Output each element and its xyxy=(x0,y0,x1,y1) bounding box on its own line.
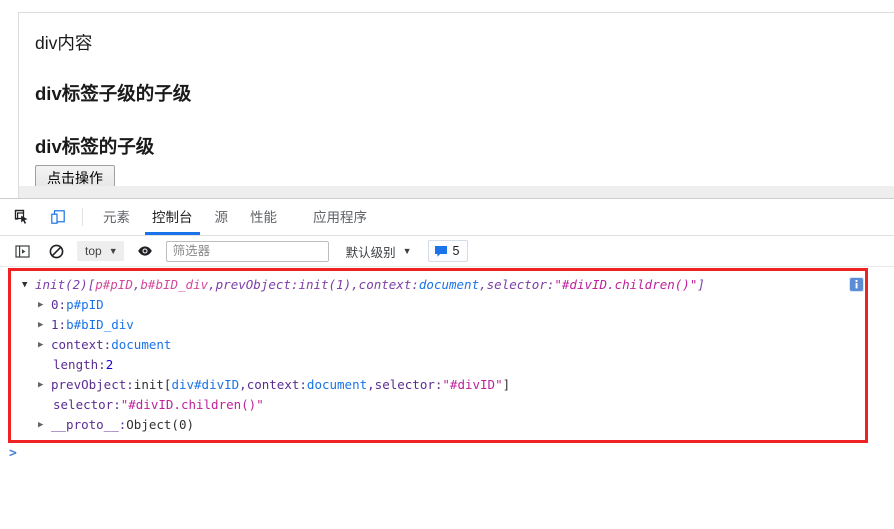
property-value[interactable]: Object(0) xyxy=(126,415,194,435)
property-key: 0: xyxy=(51,297,67,312)
disclosure-triangle-icon[interactable]: ▶ xyxy=(38,415,51,435)
disclosure-triangle-icon[interactable]: ▶ xyxy=(38,375,51,395)
tab-performance[interactable]: 性能 xyxy=(239,200,288,235)
prevobject-key-selector: selector: xyxy=(374,377,443,392)
chevron-down-icon: ▼ xyxy=(402,246,412,256)
info-icon[interactable] xyxy=(849,277,864,292)
tab-elements[interactable]: 元素 xyxy=(92,200,141,235)
log-sep-1: , xyxy=(132,277,141,292)
console-log-list: ▼ init(2) [ p#pID , b#bID_div , prevObje… xyxy=(0,267,894,435)
tab-console[interactable]: 控制台 xyxy=(141,200,204,235)
console-property-row-context[interactable]: ▶ context: document xyxy=(0,335,894,355)
console-prompt-caret: > xyxy=(9,445,17,461)
disclosure-triangle-icon[interactable]: ▶ xyxy=(38,335,51,355)
console-property-row-0[interactable]: ▶ 0: p#pID xyxy=(0,295,894,315)
devtools-panel: 元素 控制台 源 性能 应用程序 top ▼ 筛选器 默认级别 ▼ 5 ▼ in… xyxy=(0,198,894,529)
browser-page-viewport: div内容 div标签子级的子级 div标签的子级 点击操作 xyxy=(0,0,894,198)
device-toolbar-icon[interactable] xyxy=(44,203,72,231)
prevobject-key-context: context: xyxy=(246,377,307,392)
console-context-value: top xyxy=(85,244,102,258)
page-div-content-text: div内容 xyxy=(35,33,93,53)
console-message-count-badge[interactable]: 5 xyxy=(427,240,468,262)
prevobject-bracket-open: [ xyxy=(163,377,172,392)
console-property-row-length: length: 2 xyxy=(0,355,894,375)
live-expression-icon[interactable] xyxy=(133,239,157,263)
log-key-prevobject: prevObject: xyxy=(215,277,299,292)
property-value: 2 xyxy=(105,357,114,372)
property-key: 1: xyxy=(51,317,67,332)
console-log-entry-root[interactable]: ▼ init(2) [ p#pID , b#bID_div , prevObje… xyxy=(0,275,894,295)
prevobject-sep-2: , xyxy=(367,377,375,392)
console-filter-input[interactable] xyxy=(165,240,329,262)
prevobject-sep-1: , xyxy=(239,377,247,392)
tab-sources[interactable]: 源 xyxy=(204,200,240,235)
property-key: selector: xyxy=(53,397,121,412)
message-count-icon xyxy=(434,246,447,257)
property-key: context: xyxy=(51,337,112,352)
console-message-count: 5 xyxy=(452,244,460,258)
console-levels-selector[interactable]: 默认级别 ▼ xyxy=(346,242,412,261)
prevobject-node[interactable]: div#divID xyxy=(171,375,239,395)
property-key: length: xyxy=(53,357,106,372)
clear-console-icon[interactable] xyxy=(44,239,68,263)
console-toolbar: top ▼ 默认级别 ▼ 5 xyxy=(0,236,894,267)
console-property-row-prevobject[interactable]: ▶ prevObject: init [ div#divID , context… xyxy=(0,375,894,395)
property-key: __proto__: xyxy=(51,417,127,432)
disclosure-triangle-open-icon[interactable]: ▼ xyxy=(22,275,35,295)
log-sep-3: , xyxy=(351,277,359,292)
prevobject-constructor: init xyxy=(133,377,164,392)
console-property-row-proto[interactable]: ▶ __proto__: Object(0) xyxy=(0,415,894,435)
toolbar-divider xyxy=(82,208,83,226)
console-sidebar-icon[interactable] xyxy=(10,239,34,263)
page-bottom-strip xyxy=(18,186,894,198)
prevobject-bracket-close: ] xyxy=(502,377,511,392)
inspect-element-icon[interactable] xyxy=(8,203,36,231)
page-content-frame: div内容 div标签子级的子级 div标签的子级 点击操作 xyxy=(18,12,894,198)
log-sep-2: , xyxy=(208,277,216,292)
devtools-tabbar: 元素 控制台 源 性能 应用程序 xyxy=(0,199,894,236)
log-value-prevobject[interactable]: init(1) xyxy=(298,275,351,295)
page-heading-child: div标签的子级 xyxy=(35,136,155,158)
property-value[interactable]: p#pID xyxy=(66,295,104,315)
log-value-selector: "#divID.children()" xyxy=(554,277,698,292)
log-sep-4: , xyxy=(479,277,487,292)
page-heading-child-of-child: div标签子级的子级 xyxy=(35,83,192,104)
console-output-area[interactable]: ▼ init(2) [ p#pID , b#bID_div , prevObje… xyxy=(0,267,894,529)
console-property-row-selector: selector: "#divID.children()" xyxy=(0,395,894,415)
property-value[interactable]: document xyxy=(111,335,171,355)
disclosure-triangle-icon[interactable]: ▶ xyxy=(38,295,51,315)
property-key: prevObject: xyxy=(51,377,134,392)
console-prompt-row[interactable]: > xyxy=(0,443,17,463)
log-key-selector: selector: xyxy=(486,277,555,292)
console-property-row-1[interactable]: ▶ 1: b#bID_div xyxy=(0,315,894,335)
prevobject-value-context[interactable]: document xyxy=(307,375,367,395)
log-node-1[interactable]: p#pID xyxy=(95,275,133,295)
log-bracket-close: ] xyxy=(697,277,705,292)
tab-application[interactable]: 应用程序 xyxy=(302,200,378,235)
log-object-name: init(2) xyxy=(35,277,88,292)
log-key-context: context: xyxy=(358,277,419,292)
log-value-context[interactable]: document xyxy=(419,275,479,295)
console-context-selector[interactable]: top ▼ xyxy=(77,241,124,261)
disclosure-triangle-icon[interactable]: ▶ xyxy=(38,315,51,335)
console-levels-label: 默认级别 xyxy=(345,245,396,260)
property-value: "#divID.children()" xyxy=(120,397,264,412)
chevron-down-icon: ▼ xyxy=(108,246,118,256)
page-left-gutter xyxy=(0,0,18,198)
prevobject-value-selector: "#divID" xyxy=(442,377,503,392)
log-node-2[interactable]: b#bID_div xyxy=(140,275,208,295)
property-value[interactable]: b#bID_div xyxy=(66,315,134,335)
